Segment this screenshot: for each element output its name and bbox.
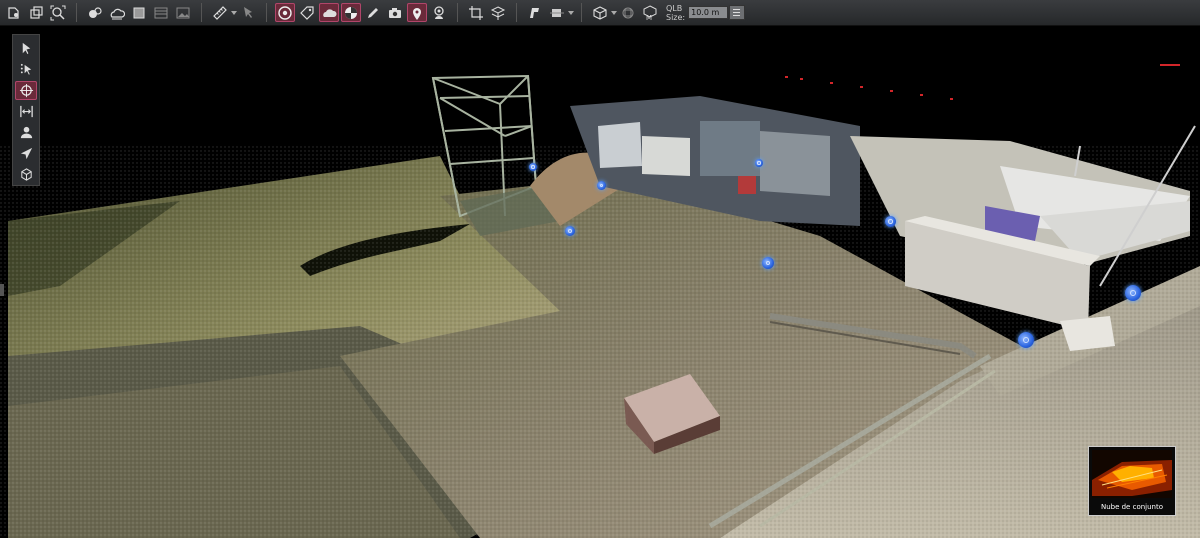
square-icon[interactable]	[129, 3, 149, 22]
scan-position-marker[interactable]	[1125, 285, 1141, 301]
image-icon[interactable]	[173, 3, 193, 22]
svg-text:M: M	[646, 14, 652, 21]
navigation-toolbar	[12, 34, 40, 186]
scan-position-marker[interactable]	[755, 159, 763, 167]
walk-icon[interactable]	[15, 123, 37, 142]
point-cloud-render	[0, 26, 1200, 538]
size-spinner[interactable]	[729, 5, 746, 20]
main-toolbar: M QLB Size: 10.0 m	[0, 0, 1200, 26]
cube-icon[interactable]	[590, 3, 610, 22]
scan-position-marker[interactable]	[762, 257, 774, 269]
clip-box-dropdown[interactable]	[568, 3, 574, 22]
panel-collapse-handle[interactable]	[0, 284, 4, 296]
layers-icon[interactable]	[151, 3, 171, 22]
pencil-icon[interactable]	[363, 3, 383, 22]
person-icon[interactable]	[429, 3, 449, 22]
toolbar-group-display	[81, 0, 197, 25]
ruler-dropdown[interactable]	[231, 3, 237, 22]
overview-thumbnail[interactable]: Nube de conjunto	[1088, 446, 1176, 516]
section-icon[interactable]	[488, 3, 508, 22]
cloud-outline-icon[interactable]	[319, 3, 339, 22]
copy-icon[interactable]	[26, 3, 46, 22]
select-arrow-icon[interactable]	[15, 39, 37, 58]
target-icon[interactable]	[275, 3, 295, 22]
select-points-icon[interactable]	[15, 60, 37, 79]
orbit-icon[interactable]	[15, 81, 37, 100]
ruler-icon[interactable]	[210, 3, 230, 22]
toolbar-separator	[201, 3, 202, 22]
qlb-icon[interactable]: M	[640, 3, 660, 22]
toolbar-separator	[457, 3, 458, 22]
toolbar-group-view	[521, 0, 577, 25]
perspective-icon[interactable]	[525, 3, 545, 22]
fly-icon[interactable]	[15, 144, 37, 163]
qlb-size-label: QLB Size:	[666, 0, 685, 25]
toolbar-group-measure	[206, 0, 262, 25]
toolbar-separator	[581, 3, 582, 22]
point-cloud-viewport[interactable]	[0, 26, 1200, 538]
scan-position-marker[interactable]	[565, 226, 575, 236]
size-label: Size:	[666, 12, 686, 22]
overview-label: Nube de conjunto	[1100, 503, 1164, 511]
toolbar-group-cube: M	[586, 0, 664, 25]
location-pin-icon[interactable]	[407, 3, 427, 22]
pointer-icon[interactable]	[238, 3, 258, 22]
size-input[interactable]: 10.0 m	[688, 6, 729, 19]
toolbar-group-file	[0, 0, 72, 25]
crop-icon[interactable]	[466, 3, 486, 22]
shape-icon[interactable]	[618, 3, 638, 22]
scan-position-marker[interactable]	[885, 216, 896, 227]
overview-preview-image	[1092, 450, 1172, 498]
measure-distance-icon[interactable]	[15, 102, 37, 121]
scan-position-marker[interactable]	[1018, 332, 1034, 348]
spheres-icon[interactable]	[85, 3, 105, 22]
toolbar-separator	[76, 3, 77, 22]
clip-box-icon[interactable]	[547, 3, 567, 22]
toolbar-separator	[266, 3, 267, 22]
qlb-label: QLB	[666, 3, 683, 13]
tag-icon[interactable]	[297, 3, 317, 22]
cloud-icon[interactable]	[107, 3, 127, 22]
scan-position-marker[interactable]	[529, 163, 537, 171]
camera-icon[interactable]	[385, 3, 405, 22]
cube-dropdown[interactable]	[611, 3, 617, 22]
checker-icon[interactable]	[341, 3, 361, 22]
toolbar-separator	[516, 3, 517, 22]
box-icon[interactable]	[15, 165, 37, 184]
open-project-icon[interactable]	[4, 3, 24, 22]
zoom-fit-icon[interactable]	[48, 3, 68, 22]
toolbar-group-annotate	[271, 0, 453, 25]
scan-position-marker[interactable]	[597, 181, 606, 190]
toolbar-group-geometry	[462, 0, 512, 25]
